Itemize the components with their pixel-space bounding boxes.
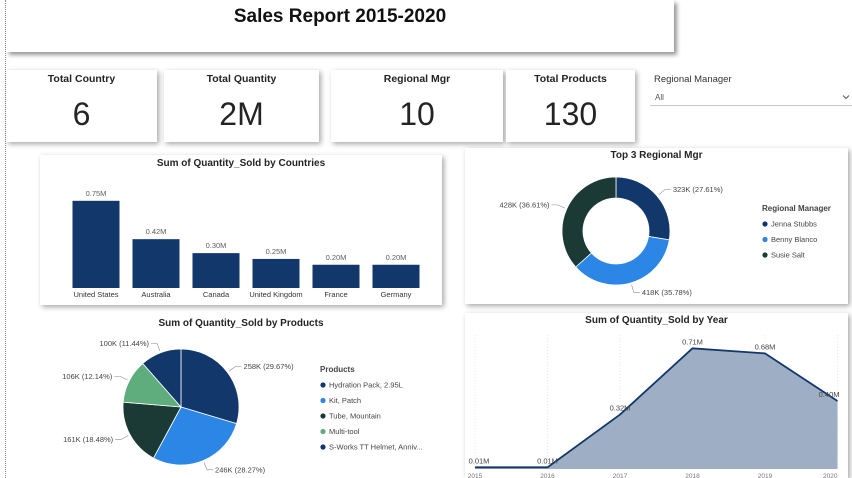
x-tick-label: 2015: [468, 473, 483, 478]
leader-line: [203, 462, 214, 471]
leader-line: [151, 343, 161, 351]
point-data-label: 0.32M: [610, 404, 631, 413]
slice-data-label: 246K (28.27%): [215, 465, 266, 474]
kpi-label: Total Country: [47, 73, 116, 85]
pie-slice: [561, 176, 617, 268]
legend-item: Hydration Pack, 2.95L: [329, 381, 403, 390]
slice-data-label: 106K (12.14%): [62, 372, 113, 381]
point-data-label: 0.68M: [755, 342, 776, 351]
kpi-card-total-products[interactable]: Total Products 130: [506, 70, 635, 142]
legend-item: Kit, Patch: [329, 396, 361, 405]
point-data-label: 0.01M: [469, 456, 490, 465]
kpi-card-total-quantity[interactable]: Total Quantity 2M: [164, 70, 319, 142]
legend-item: Multi-tool: [329, 427, 360, 436]
kpi-label: Total Quantity: [206, 73, 277, 85]
x-tick-label: 2016: [540, 473, 555, 478]
kpi-value: 130: [543, 96, 598, 132]
year-area-chart: Sum of Quantity_Sold by Year 0.01M 2015 0.…: [465, 313, 848, 478]
bar-data-label: 0.42M: [146, 227, 167, 236]
x-tick-label: 2018: [685, 473, 700, 478]
kpi-card-regional-mgr[interactable]: Regional Mgr 10: [331, 70, 503, 142]
bar: [312, 264, 360, 288]
legend-item: Tube, Mountain: [329, 412, 381, 421]
pie-slice: [615, 176, 671, 241]
legend-item: Jenna Stubbs: [771, 220, 817, 229]
x-tick-label: 2020: [823, 473, 838, 478]
x-tick-label: United Kingdom: [249, 290, 302, 299]
chevron-down-icon: [842, 95, 850, 100]
slice-data-label: 100K (11.44%): [100, 339, 150, 348]
legend-marker: [320, 444, 326, 450]
legend-marker: [762, 221, 768, 227]
leader-line: [228, 366, 242, 372]
bar-data-label: 0.20M: [386, 253, 407, 262]
managers-donut-plot: 323K (27.61%) 418K (35.78%) 428K (36.61%) R…: [500, 176, 831, 297]
regional-manager-slicer: Regional Manager All: [648, 70, 852, 110]
bar-data-label: 0.30M: [206, 241, 227, 250]
kpi-card-total-country[interactable]: Total Country 6: [6, 70, 157, 142]
legend-marker: [762, 252, 768, 258]
leader-line: [658, 189, 671, 196]
leader-line: [631, 284, 640, 293]
x-tick-label: 2019: [758, 473, 773, 478]
x-tick-label: Australia: [141, 290, 171, 299]
legend-marker: [320, 413, 326, 419]
bar: [72, 200, 120, 288]
bar-data-label: 0.75M: [86, 189, 107, 198]
kpi-value: 6: [72, 96, 91, 132]
report-title: Sales Report 2015-2020: [233, 6, 447, 27]
leader-line: [114, 376, 128, 381]
report-title-card: Sales Report 2015-2020: [6, 0, 674, 52]
kpi-value: 2M: [219, 96, 264, 132]
slice-data-label: 428K (36.61%): [500, 200, 551, 209]
point-data-label: 0.40M: [819, 390, 840, 399]
countries-bar-chart: Sum of Quantity_Sold by Countries 0.75M U…: [40, 155, 442, 305]
bar: [192, 253, 240, 288]
pie-slice: [575, 235, 670, 286]
kpi-label: Total Products: [534, 73, 607, 85]
area-fill: [475, 348, 838, 469]
legend-title: Regional Manager: [762, 204, 831, 213]
bar-data-label: 0.25M: [266, 247, 287, 256]
point-data-label: 0.71M: [682, 337, 703, 346]
leader-line: [115, 435, 129, 440]
legend-item: S-Works TT Helmet, Anniv...: [329, 443, 423, 452]
year-area-plot: 0.01M 2015 0.01M 2016 0.32M 2017 0.71M 2018 0.68…: [468, 335, 840, 478]
legend-marker: [762, 236, 768, 243]
bar: [252, 258, 300, 288]
legend-marker: [320, 428, 326, 435]
x-tick-label: Canada: [203, 290, 230, 299]
slicer-label: Regional Manager: [654, 74, 732, 85]
x-tick-label: United States: [73, 290, 118, 299]
x-tick-label: 2017: [613, 473, 628, 478]
kpi-label: Regional Mgr: [383, 73, 451, 85]
bar-data-label: 0.20M: [326, 253, 347, 262]
countries-bar-plot: 0.75M United States 0.42M Australia 0.30M Can…: [72, 189, 420, 299]
products-pie-plot: 258K (29.67%) 246K (28.27%) 161K (18.48%) 1…: [62, 339, 423, 474]
legend-marker: [320, 397, 326, 404]
kpi-value: 10: [399, 96, 435, 132]
point-data-label: 0.01M: [537, 456, 558, 465]
slice-data-label: 323K (27.61%): [673, 185, 724, 194]
x-tick-label: France: [324, 290, 347, 299]
legend-item: Benny Blanco: [771, 235, 817, 244]
managers-donut-chart: Top 3 Regional Mgr 323K (27.61%) 418K (35…: [465, 148, 848, 304]
leader-line: [551, 204, 566, 209]
slice-data-label: 161K (18.48%): [63, 435, 114, 444]
bar: [372, 264, 420, 288]
slice-data-label: 258K (29.67%): [244, 362, 295, 371]
legend-item: Susie Salt: [771, 251, 806, 260]
legend-marker: [320, 382, 326, 388]
x-tick-label: Germany: [381, 290, 412, 299]
legend-title: Products: [320, 365, 355, 374]
slicer-selected-value: All: [655, 93, 664, 102]
bar: [132, 239, 180, 288]
products-pie-chart: Sum of Quantity_Sold by Products 258K (2…: [40, 316, 442, 478]
slicer-dropdown[interactable]: All: [650, 90, 852, 106]
slice-data-label: 418K (35.78%): [642, 288, 693, 297]
